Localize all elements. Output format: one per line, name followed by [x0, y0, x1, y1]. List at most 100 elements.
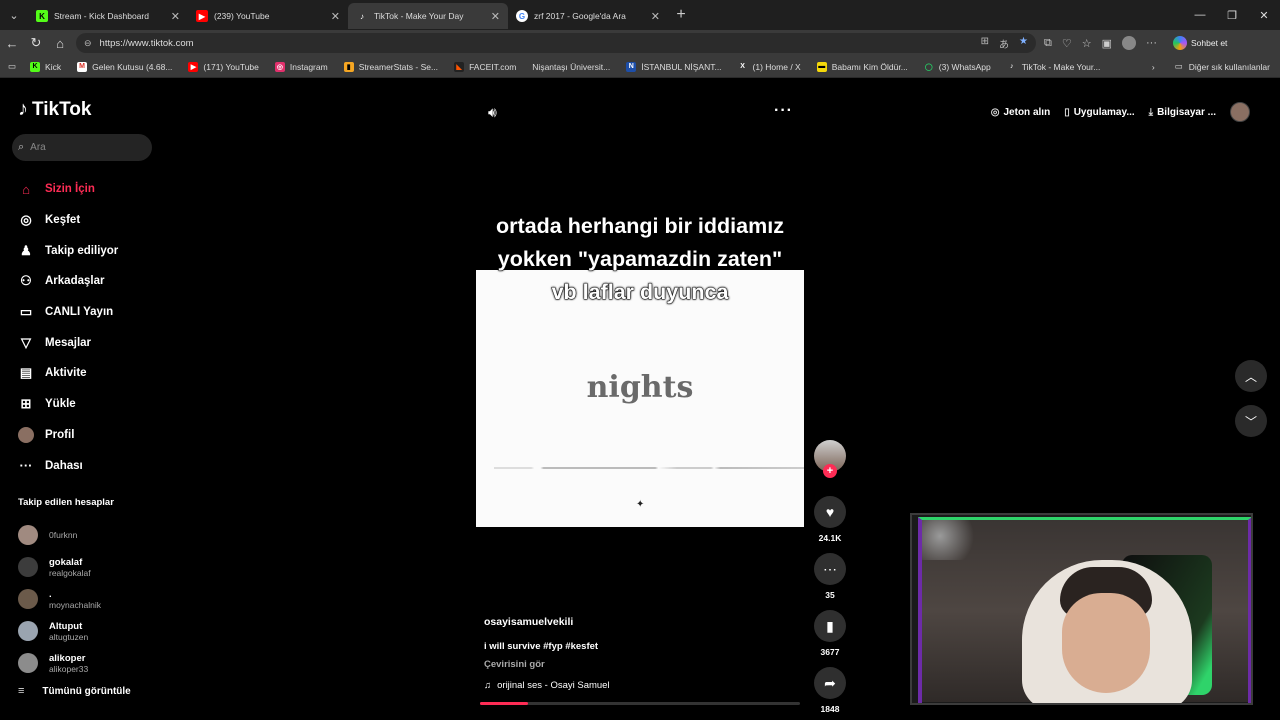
url-field[interactable]: ⊖ https://www.tiktok.com ⊞ あ ★ — [76, 33, 1036, 53]
follow-plus-icon[interactable]: + — [823, 464, 837, 478]
sidebar-item-live[interactable]: ▭ CANLI Yayın — [18, 297, 168, 328]
sidebar-item-upload[interactable]: ⊞ Yükle — [18, 389, 168, 420]
minimize-button[interactable]: — — [1184, 9, 1216, 22]
live-icon: ▭ — [19, 304, 33, 320]
bookmark-instagram[interactable]: ◎ Instagram — [274, 61, 328, 72]
account-handle: moynachalnik — [49, 599, 101, 610]
list-item[interactable]: Altuput altugtuzen — [18, 615, 101, 647]
google-icon: G — [516, 10, 528, 22]
music-link[interactable]: ♫ orijinal ses - Osayi Samuel — [484, 680, 804, 691]
extensions-icon[interactable]: ⧉ — [1044, 37, 1052, 50]
bookmark-babami[interactable]: ▬ Babamı Kim Öldür... — [816, 61, 908, 72]
other-bookmarks[interactable]: › ▭ Diğer sık kullanılanlar — [1152, 61, 1280, 72]
close-icon[interactable]: ✕ — [491, 10, 500, 23]
lock-icon[interactable]: ⊖ — [84, 38, 92, 49]
yellow-bookmark-icon: ▬ — [816, 61, 827, 72]
more-options-icon[interactable]: ··· — [774, 102, 793, 120]
home-button[interactable]: ⌂ — [48, 36, 72, 51]
video-author[interactable]: osayisamuelvekili — [484, 616, 804, 628]
search-icon: ⌕ — [18, 141, 25, 153]
tab-youtube[interactable]: ▶ (239) YouTube ✕ — [188, 3, 348, 29]
sidebar-item-friends[interactable]: ⚇ Arkadaşlar — [18, 266, 168, 297]
sidebar-item-explore[interactable]: ◎ Keşfet — [18, 205, 168, 236]
close-icon[interactable]: ✕ — [651, 10, 660, 23]
webcam-frame-border — [918, 517, 1251, 703]
tab-kick[interactable]: K Stream - Kick Dashboard ✕ — [28, 3, 188, 29]
back-button[interactable]: ← — [0, 36, 24, 51]
close-icon[interactable]: ✕ — [331, 10, 340, 23]
see-all-button[interactable]: ≡ Tümünü görüntüle — [18, 685, 131, 697]
bookmark-icon[interactable]: ▮ — [814, 610, 846, 642]
pc-app-button[interactable]: ⤓ Bilgisayar ... — [1149, 107, 1216, 118]
logo-text: TikTok — [32, 98, 92, 120]
tab-tiktok[interactable]: ♪ TikTok - Make Your Day ✕ — [348, 3, 508, 29]
share-action[interactable]: ➦ 1848 — [814, 667, 846, 714]
see-translation-link[interactable]: Çevirisini gör — [484, 659, 804, 670]
like-action[interactable]: ♥ 24.1K — [814, 496, 846, 543]
copilot-button[interactable]: Sohbet et — [1173, 36, 1227, 50]
download-icon: ⤓ — [1148, 106, 1154, 118]
close-window-button[interactable]: ✕ — [1248, 9, 1280, 22]
bookmark-x[interactable]: X (1) Home / X — [738, 62, 801, 72]
close-icon[interactable]: ✕ — [171, 10, 180, 23]
save-action[interactable]: ▮ 3677 — [814, 610, 846, 657]
share-icon[interactable]: ➦ — [814, 667, 846, 699]
heart-icon[interactable]: ♥ — [814, 496, 846, 528]
list-item[interactable]: 0furknn — [18, 519, 101, 551]
comment-action[interactable]: ⋯ 35 — [814, 553, 846, 600]
youtube-icon: ▶ — [188, 61, 199, 72]
browser-profile-avatar[interactable] — [1122, 36, 1137, 50]
chevron-right-icon[interactable]: › — [1152, 62, 1155, 72]
creator-avatar[interactable]: + — [814, 440, 846, 478]
tab-actions-menu[interactable]: ⌄ — [0, 0, 28, 30]
new-tab-button[interactable]: + — [668, 6, 694, 24]
tiktok-logo[interactable]: ♪ TikTok — [18, 98, 91, 121]
video-progress-bar[interactable] — [480, 702, 800, 705]
get-app-button[interactable]: ▯ Uygulamay... — [1064, 107, 1134, 118]
search-input[interactable]: ⌕ Ara — [12, 134, 152, 161]
user-avatar[interactable] — [1230, 102, 1250, 122]
translate-icon[interactable]: あ — [999, 36, 1009, 51]
bookmark-kick[interactable]: K Kick — [30, 61, 61, 72]
next-video-button[interactable]: ﹀ — [1235, 405, 1267, 437]
account-handle: altugtuzen — [49, 631, 89, 642]
reload-button[interactable]: ↻ — [24, 35, 48, 51]
settings-more-icon[interactable]: ··· — [1146, 37, 1157, 49]
bookmark-whatsapp[interactable]: ◯ (3) WhatsApp — [924, 62, 991, 72]
list-item[interactable]: . moynachalnik — [18, 583, 101, 615]
account-handle: realgokalaf — [49, 567, 91, 578]
sidebar-item-messages[interactable]: ▽ Mesajlar — [18, 327, 168, 358]
bookmark-istanbul-nisantasi[interactable]: N İSTANBUL NİŞANT... — [626, 61, 722, 72]
tab-google[interactable]: G zrf 2017 - Google'da Ara ✕ — [508, 3, 668, 29]
bookmark-streamerstats[interactable]: ▮ StreamerStats - Se... — [343, 61, 438, 72]
sidebar-item-activity[interactable]: ▤ Aktivite — [18, 358, 168, 389]
list-item[interactable]: gokalaf realgokalaf — [18, 551, 101, 583]
bookmarks-toggle-icon[interactable]: ▭ — [8, 61, 16, 72]
sidebar-item-following[interactable]: ♟ Takip ediliyor — [18, 235, 168, 266]
list-item[interactable]: alikoper alikoper33 — [18, 647, 101, 679]
more-icon: ··· — [19, 458, 33, 474]
friends-icon: ⚇ — [20, 273, 32, 289]
get-coins-button[interactable]: ◎ Jeton alın — [991, 107, 1050, 118]
bookmark-tiktok[interactable]: ♪ TikTok - Make Your... — [1007, 62, 1100, 72]
bookmark-gmail[interactable]: M Gelen Kutusu (4.68... — [77, 61, 172, 72]
browser-essentials-icon[interactable]: ♡ — [1062, 37, 1072, 50]
volume-icon[interactable]: 🔊︎ — [488, 104, 497, 121]
sidebar-item-for-you[interactable]: ⌂ Sizin İçin — [18, 174, 168, 205]
video-meta: osayisamuelvekili i will survive #fyp #k… — [484, 616, 804, 691]
tab-label: TikTok - Make Your Day — [374, 11, 464, 21]
restore-button[interactable]: ❐ — [1216, 9, 1248, 22]
collections-icon[interactable]: ▣ — [1102, 37, 1112, 50]
favorites-icon[interactable]: ☆ — [1082, 37, 1092, 50]
sidebar-item-more[interactable]: ··· Dahası — [18, 450, 168, 481]
sidebar-item-profile[interactable]: Profil — [18, 420, 168, 451]
list-icon: ≡ — [18, 685, 25, 697]
bookmark-youtube[interactable]: ▶ (171) YouTube — [188, 61, 259, 72]
favorite-star-icon[interactable]: ★ — [1019, 36, 1028, 51]
previous-video-button[interactable]: ︿ — [1235, 360, 1267, 392]
faceit-icon: ◣ — [454, 61, 465, 72]
bookmark-nisantasi[interactable]: Nişantaşı Üniversit... — [532, 62, 610, 72]
app-install-icon[interactable]: ⊞ — [981, 36, 989, 51]
comment-icon[interactable]: ⋯ — [814, 553, 846, 585]
bookmark-faceit[interactable]: ◣ FACEIT.com — [454, 61, 516, 72]
